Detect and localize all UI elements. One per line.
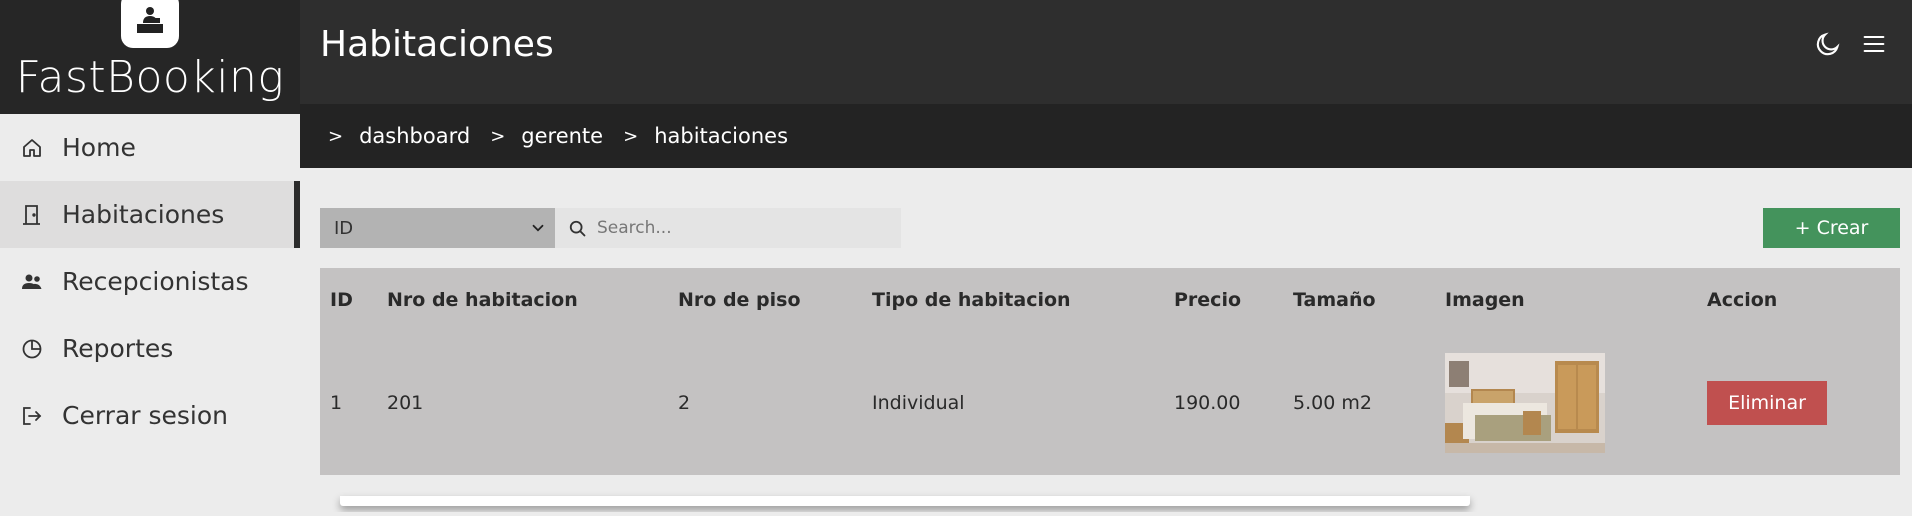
breadcrumb-item-habitaciones[interactable]: > habitaciones [623, 124, 808, 148]
sidebar-item-label: Reportes [62, 334, 174, 363]
menu-icon[interactable] [1860, 30, 1888, 58]
column-header-action: Accion [1707, 288, 1778, 311]
cell-size: 5.00 m2 [1293, 392, 1372, 414]
column-header-id: ID [330, 288, 353, 311]
table-toolbar: ID + Crear [320, 208, 1900, 248]
sidebar-nav: Home Habitaciones Recepcionistas Reporte… [0, 114, 300, 449]
cell-price: 190.00 [1174, 392, 1241, 414]
breadcrumb-label: dashboard [359, 124, 471, 148]
sidebar: FastBooking Home Habitaciones Recepcioni… [0, 0, 300, 516]
sidebar-item-reportes[interactable]: Reportes [0, 315, 300, 382]
room-image [1445, 353, 1605, 453]
search-icon [569, 220, 586, 237]
content-bottom-edge [300, 512, 1912, 516]
chevron-right-icon: > [490, 125, 506, 147]
sidebar-item-home[interactable]: Home [0, 114, 300, 181]
column-header-price: Precio [1174, 288, 1242, 311]
door-icon [20, 203, 44, 227]
sidebar-item-habitaciones[interactable]: Habitaciones [0, 181, 300, 248]
sidebar-item-label: Recepcionistas [62, 267, 249, 296]
pie-chart-icon [20, 337, 44, 361]
moon-icon[interactable] [1814, 30, 1842, 58]
table-row: 1 201 2 Individual 190.00 5.00 m2 Elimin… [320, 331, 1900, 475]
breadcrumb-item-gerente[interactable]: > gerente [490, 124, 623, 148]
page-title: Habitaciones [320, 24, 554, 65]
logout-icon [20, 404, 44, 428]
sidebar-item-label: Habitaciones [62, 200, 225, 229]
column-header-room-type: Tipo de habitacion [872, 288, 1071, 311]
cell-room-number: 201 [387, 392, 424, 414]
home-icon [20, 136, 44, 160]
breadcrumb-item-dashboard[interactable]: > dashboard [328, 124, 490, 148]
column-header-image: Imagen [1445, 288, 1525, 311]
breadcrumb: > dashboard > gerente > habitaciones [300, 104, 1912, 168]
cell-action: Eliminar [1697, 331, 1900, 475]
top-actions [1814, 30, 1888, 58]
column-header-room-number: Nro de habitacion [387, 288, 578, 311]
sidebar-item-label: Home [62, 133, 136, 162]
cell-image [1435, 331, 1697, 475]
column-header-floor: Nro de piso [678, 288, 801, 311]
receptionist-icon [121, 0, 179, 48]
horizontal-scrollbar[interactable] [340, 496, 1470, 506]
rooms-table: ID Nro de habitacion Nro de piso Tipo de… [320, 268, 1900, 475]
column-header-size: Tamaño [1293, 288, 1376, 311]
breadcrumb-label: habitaciones [654, 124, 789, 148]
brand-name[interactable]: FastBooking [0, 52, 300, 103]
filter-select-value: ID [334, 217, 354, 239]
chevron-right-icon: > [623, 125, 639, 147]
chevron-down-icon [532, 224, 544, 232]
sidebar-item-cerrar-sesion[interactable]: Cerrar sesion [0, 382, 300, 449]
cell-floor: 2 [678, 392, 691, 414]
sidebar-item-label: Cerrar sesion [62, 401, 229, 430]
search-box [555, 208, 901, 248]
users-icon [20, 270, 44, 294]
sidebar-item-recepcionistas[interactable]: Recepcionistas [0, 248, 300, 315]
create-button[interactable]: + Crear [1763, 208, 1900, 248]
table-header-row: ID Nro de habitacion Nro de piso Tipo de… [320, 268, 1900, 331]
cell-room-type: Individual [872, 392, 965, 414]
filter-select[interactable]: ID [320, 208, 555, 248]
chevron-right-icon: > [328, 125, 344, 147]
cell-id: 1 [330, 392, 343, 414]
breadcrumb-label: gerente [521, 124, 604, 148]
brand-header: FastBooking [0, 0, 300, 114]
delete-button[interactable]: Eliminar [1707, 381, 1827, 425]
search-input[interactable] [597, 218, 887, 238]
top-bar: Habitaciones [300, 0, 1912, 104]
